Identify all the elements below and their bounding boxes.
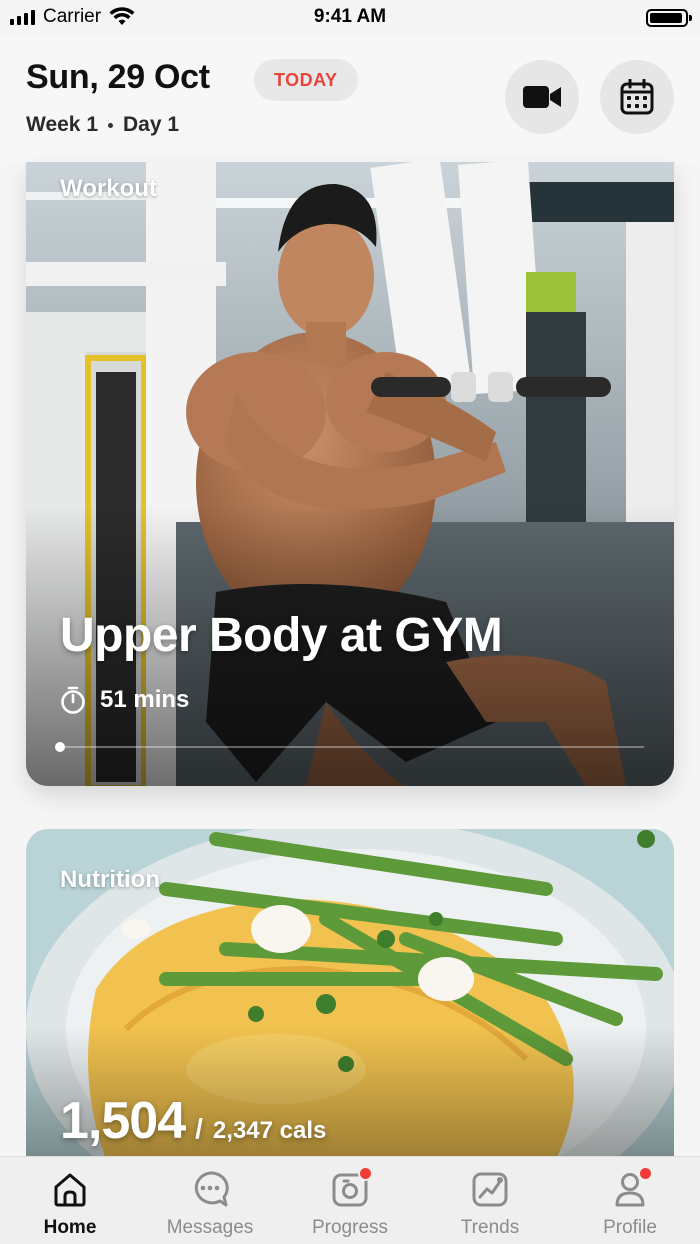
calories-consumed: 1,504 — [60, 1092, 186, 1150]
duration-text: 51 mins — [100, 686, 190, 713]
tab-messages[interactable]: Messages — [140, 1157, 280, 1244]
battery-icon — [646, 9, 692, 27]
progress-notification-badge — [358, 1166, 373, 1181]
workout-progress-bar — [55, 742, 644, 752]
tab-trends-label: Trends — [460, 1217, 520, 1238]
trends-icon — [470, 1169, 510, 1209]
tab-progress-label: Progress — [311, 1217, 389, 1238]
video-button[interactable] — [505, 60, 579, 134]
home-icon — [50, 1169, 90, 1209]
workout-label: Workout — [60, 175, 157, 202]
chat-icon — [190, 1169, 230, 1209]
profile-notification-badge — [638, 1166, 653, 1181]
nutrition-label: Nutrition — [60, 866, 160, 893]
calendar-button[interactable] — [600, 60, 674, 134]
status-time: 9:41 AM — [313, 6, 387, 27]
tab-home[interactable]: Home — [0, 1157, 140, 1244]
calorie-summary: 1,504 / 2,347 cals — [60, 1091, 326, 1151]
day-label: Day 1 — [123, 113, 180, 136]
week-label: Week 1 — [26, 113, 98, 136]
tab-progress[interactable]: Progress — [280, 1157, 420, 1244]
today-button[interactable]: TODAY — [254, 59, 358, 101]
header: Sun, 29 Oct TODAY Week 1 Day 1 — [0, 36, 700, 162]
calories-goal: 2,347 cals — [212, 1117, 327, 1144]
tab-home-label: Home — [43, 1217, 97, 1238]
profile-icon — [610, 1166, 653, 1209]
tab-trends[interactable]: Trends — [420, 1157, 560, 1244]
workout-title: Upper Body at GYM — [60, 609, 503, 662]
workout-card[interactable]: Workout Upper Body at GYM 51 mins — [26, 162, 674, 786]
stopwatch-icon — [61, 686, 85, 714]
workout-duration: 51 mins — [60, 686, 189, 714]
nutrition-card[interactable]: Nutrition 1,504 / 2,347 cals — [26, 829, 674, 1159]
workout-progress-knob — [55, 742, 65, 752]
tab-bar: Home Messages Progress Trends Profile — [0, 1156, 700, 1244]
tab-profile-label: Profile — [603, 1217, 657, 1238]
calendar-icon — [620, 79, 654, 115]
separator-dot — [108, 122, 113, 128]
progress-camera-icon — [330, 1166, 373, 1209]
calories-separator: / — [195, 1113, 203, 1144]
page-title: Sun, 29 Oct — [26, 58, 210, 96]
tab-messages-label: Messages — [166, 1217, 254, 1238]
video-camera-icon — [523, 86, 561, 108]
status-bar: Carrier 9:41 AM — [0, 0, 700, 36]
tab-profile[interactable]: Profile — [560, 1157, 700, 1244]
week-day-indicator: Week 1 Day 1 — [26, 113, 179, 137]
